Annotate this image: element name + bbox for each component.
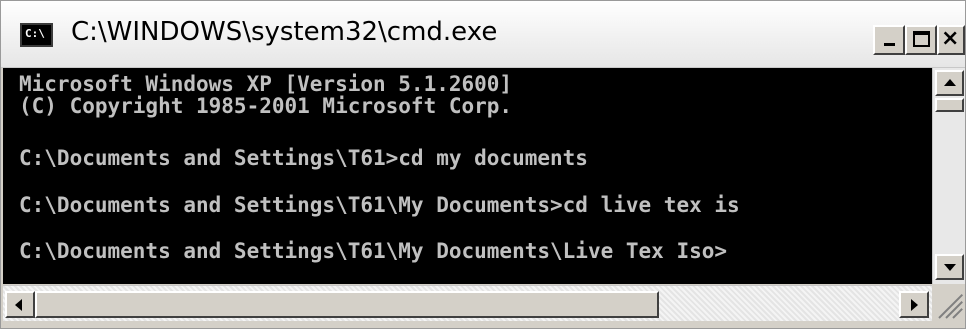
window-title: C:\WINDOWS\system32\cmd.exe xyxy=(71,17,498,47)
close-icon: × xyxy=(941,26,960,51)
minimize-icon xyxy=(884,43,895,46)
maximize-button[interactable] xyxy=(905,25,937,55)
console-line-command-1: C:\Documents and Settings\T61>cd my docu… xyxy=(19,146,588,170)
arrow-up-icon xyxy=(944,79,956,86)
horizontal-scroll-thumb[interactable] xyxy=(35,291,659,318)
cmd-window: C:\ C:\WINDOWS\system32\cmd.exe × Micros… xyxy=(0,0,966,329)
arrow-right-icon xyxy=(911,299,918,311)
title-bar[interactable]: C:\ C:\WINDOWS\system32\cmd.exe × xyxy=(1,1,965,68)
scroll-up-button[interactable] xyxy=(935,70,964,96)
console-line-command-2: C:\Documents and Settings\T61\My Documen… xyxy=(19,193,740,217)
console-output[interactable]: Microsoft Windows XP [Version 5.1.2600] … xyxy=(3,68,932,284)
resize-grip[interactable] xyxy=(933,287,965,323)
scroll-right-button[interactable] xyxy=(899,291,929,318)
console-line-prompt: C:\Documents and Settings\T61\My Documen… xyxy=(19,239,728,263)
maximize-icon xyxy=(913,31,930,47)
minimize-button[interactable] xyxy=(873,25,905,55)
vertical-scrollbar[interactable] xyxy=(932,68,965,284)
close-button[interactable]: × xyxy=(937,25,965,55)
arrow-left-icon xyxy=(15,299,22,311)
scroll-left-button[interactable] xyxy=(5,291,35,318)
grip-line xyxy=(938,293,964,319)
arrow-down-icon xyxy=(944,264,956,271)
horizontal-scrollbar[interactable] xyxy=(3,285,932,321)
cmd-app-icon[interactable]: C:\ xyxy=(20,23,53,47)
vertical-scroll-thumb[interactable] xyxy=(935,98,964,112)
console-line-version: Microsoft Windows XP [Version 5.1.2600] xyxy=(19,72,513,96)
scroll-down-button[interactable] xyxy=(935,254,964,280)
console-line-copyright: (C) Copyright 1985-2001 Microsoft Corp. xyxy=(19,94,513,118)
